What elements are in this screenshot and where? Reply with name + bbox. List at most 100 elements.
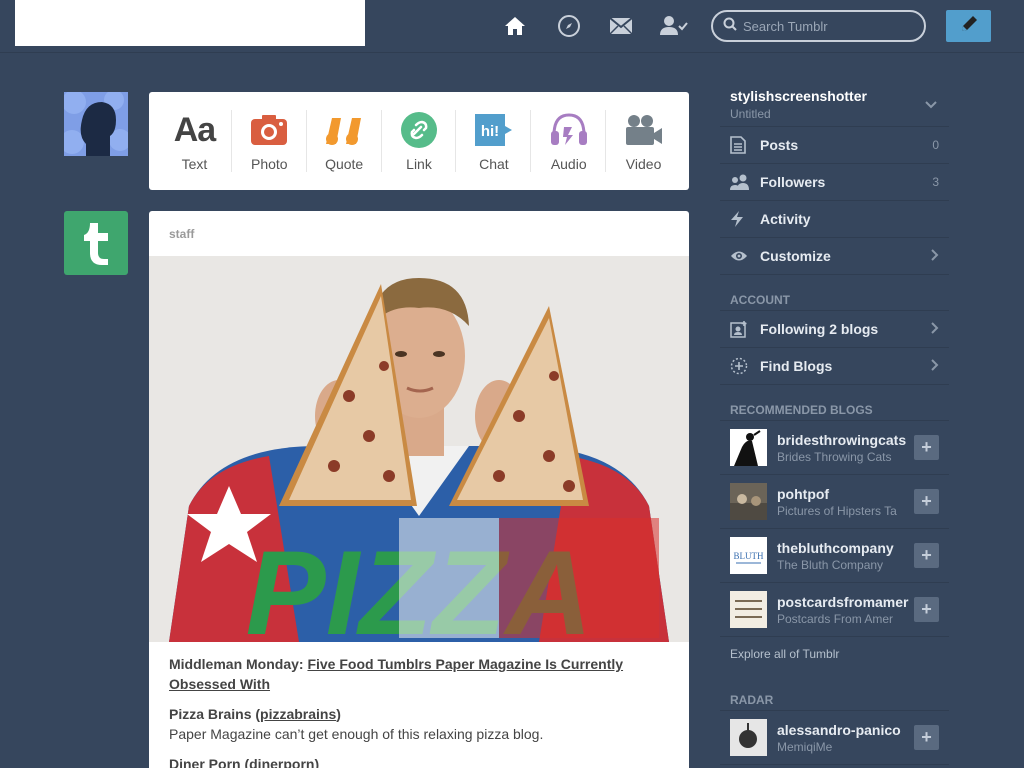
posts-count: 0 <box>932 138 939 152</box>
recommended-blog-name: thebluthcompany <box>777 539 894 556</box>
compass-icon[interactable] <box>555 12 583 40</box>
post-type-label: Video <box>625 156 662 172</box>
search-icon <box>723 17 737 36</box>
item-close: ) <box>336 706 341 722</box>
recommended-blog-title: Postcards From Amer <box>777 611 894 626</box>
post-type-photo[interactable]: Photo <box>232 92 307 190</box>
post-type-label: Photo <box>250 156 288 172</box>
post-photo[interactable]: PIZZA <box>149 256 689 642</box>
find-blogs-icon <box>730 357 750 375</box>
staff-avatar[interactable] <box>64 211 128 275</box>
compose-button[interactable] <box>946 10 991 42</box>
plus-icon: + <box>921 437 932 457</box>
eye-icon <box>730 250 750 262</box>
post-type-chat[interactable]: hi! Chat <box>456 92 532 190</box>
account-heading: ACCOUNT <box>720 289 949 311</box>
camera-icon <box>249 110 289 150</box>
top-bar <box>0 0 1024 53</box>
recommended-blog[interactable]: BLUTH thebluthcompany The Bluth Company … <box>720 529 949 583</box>
post-type-label: Link <box>406 156 432 172</box>
headphones-icon <box>549 110 589 150</box>
recommended-blog-name: bridesthrowingcats <box>777 431 907 448</box>
chevron-right-icon <box>931 358 939 374</box>
dashboard-post: staff PIZZ <box>149 211 689 768</box>
post-type-video[interactable]: Video <box>606 92 681 190</box>
sidebar-item-following[interactable]: Following 2 blogs <box>720 311 949 348</box>
radar-blog[interactable]: alessandro-panico MemiqiMe + <box>720 711 949 765</box>
sidebar-item-label: Following 2 blogs <box>760 321 879 337</box>
recommended-heading: RECOMMENDED BLOGS <box>720 399 949 421</box>
sidebar-item-label: Customize <box>760 248 831 264</box>
recommended-blog[interactable]: pohtpof Pictures of Hipsters Ta + <box>720 475 949 529</box>
followers-count: 3 <box>932 175 939 189</box>
item-link-dinerporn[interactable]: dinerporn <box>249 756 314 768</box>
post-type-link[interactable]: Link <box>382 92 457 190</box>
post-author[interactable]: staff <box>169 227 194 241</box>
sidebar-item-followers[interactable]: Followers 3 <box>720 164 949 201</box>
radar-heading: RADAR <box>720 689 949 711</box>
plus-icon: + <box>921 727 932 747</box>
explore-link[interactable]: Explore all of Tumblr <box>720 647 949 667</box>
blog-switcher[interactable]: stylishscreenshotter Untitled <box>720 82 949 127</box>
follow-button[interactable]: + <box>914 543 939 568</box>
chevron-right-icon <box>931 321 939 337</box>
recommended-blog-title: Pictures of Hipsters Ta <box>777 503 897 518</box>
following-icon <box>730 320 750 338</box>
follow-button[interactable]: + <box>914 489 939 514</box>
recommended-blog-name: postcardsfromamer <box>777 593 909 610</box>
post-type-label: Text <box>181 156 208 172</box>
blog-avatar <box>730 719 767 756</box>
recommended-blog-title: The Bluth Company <box>777 557 884 572</box>
post-type-label: Quote <box>325 156 364 172</box>
lightning-icon <box>730 210 750 228</box>
search-input[interactable] <box>743 18 913 34</box>
follow-button[interactable]: + <box>914 597 939 622</box>
link-icon <box>399 110 439 150</box>
svg-text:BLUTH: BLUTH <box>734 551 764 561</box>
sidebar-item-customize[interactable]: Customize <box>720 238 949 275</box>
search-box[interactable] <box>711 10 926 42</box>
item-link-pizzabrains[interactable]: pizzabrains <box>260 706 336 722</box>
post-type-quote[interactable]: Quote <box>307 92 382 190</box>
item-title: Pizza Brains ( <box>169 706 261 722</box>
sidebar-item-posts[interactable]: Posts 0 <box>720 127 949 164</box>
video-camera-icon <box>624 110 664 150</box>
quote-icon <box>324 110 364 150</box>
posts-icon <box>730 136 750 154</box>
plus-icon: + <box>921 599 932 619</box>
text-icon: Aa <box>173 110 216 149</box>
home-icon[interactable] <box>501 12 529 40</box>
recommended-blog-name: pohtpof <box>777 485 830 502</box>
recommended-blog[interactable]: postcardsfromamer Postcards From Amer + <box>720 583 949 637</box>
post-lead: Middleman Monday: Five Food Tumblrs Pape… <box>169 654 649 694</box>
pencil-icon <box>959 14 979 39</box>
followers-icon <box>730 174 750 190</box>
sidebar-item-label: Posts <box>760 137 799 153</box>
account-icon[interactable] <box>660 12 688 40</box>
user-avatar[interactable] <box>64 92 128 156</box>
post-type-text[interactable]: Aa Text <box>157 92 232 190</box>
blog-avatar <box>730 591 767 628</box>
blog-avatar <box>730 429 767 466</box>
post-text: Middleman Monday: Five Food Tumblrs Pape… <box>169 654 649 768</box>
chat-icon: hi! <box>474 110 514 150</box>
sidebar-item-find-blogs[interactable]: Find Blogs <box>720 348 949 385</box>
recommended-blog[interactable]: bridesthrowingcats Brides Throwing Cats … <box>720 421 949 475</box>
sidebar-item-activity[interactable]: Activity <box>720 201 949 238</box>
post-item-diner-porn: Diner Porn (dinerporn) <box>169 754 649 768</box>
recommended-blog-title: Brides Throwing Cats <box>777 449 892 464</box>
mail-icon[interactable] <box>607 12 635 40</box>
post-type-audio[interactable]: Audio <box>531 92 607 190</box>
blog-name: stylishscreenshotter <box>730 88 867 104</box>
logo-area <box>15 0 365 46</box>
post-type-label: Audio <box>550 156 587 172</box>
svg-text:hi!: hi! <box>481 123 499 140</box>
blog-avatar <box>730 483 767 520</box>
blog-avatar: BLUTH <box>730 537 767 574</box>
post-item-pizza-brains: Pizza Brains (pizzabrains) Paper Magazin… <box>169 704 649 744</box>
post-type-label: Chat <box>479 156 509 172</box>
item-close: ) <box>314 756 320 768</box>
follow-button[interactable]: + <box>914 435 939 460</box>
plus-icon: + <box>921 545 932 565</box>
follow-button[interactable]: + <box>914 725 939 750</box>
